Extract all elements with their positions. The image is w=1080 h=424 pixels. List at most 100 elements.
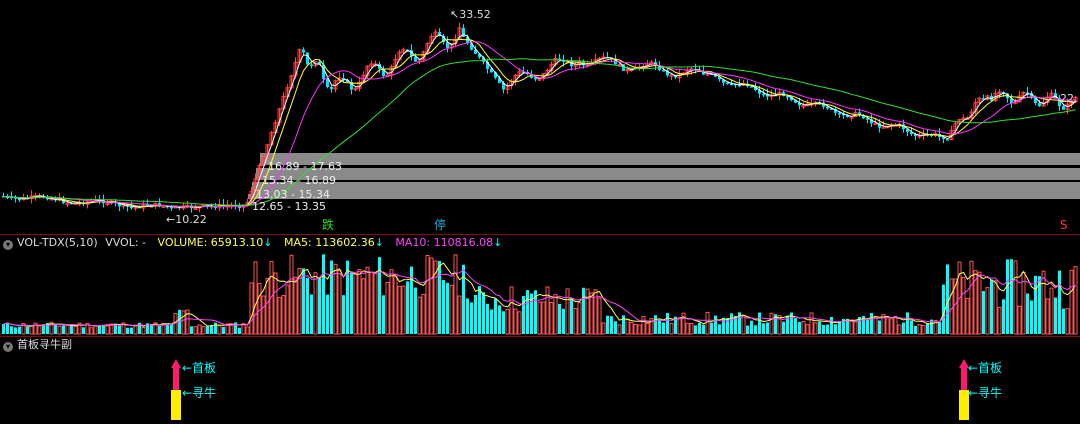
volume-bar bbox=[1058, 270, 1061, 334]
volume-bar bbox=[714, 315, 717, 334]
volume-bar bbox=[425, 254, 430, 335]
volume-bar bbox=[193, 326, 198, 335]
volume-bar bbox=[549, 302, 554, 335]
panel-separator bbox=[0, 234, 1080, 235]
volume-bar bbox=[357, 269, 362, 335]
volume-bar bbox=[985, 287, 990, 335]
ma-line bbox=[3, 38, 1076, 208]
volume-bar bbox=[949, 278, 954, 335]
volume-bar bbox=[658, 320, 661, 334]
volume-bar bbox=[2, 324, 5, 334]
volume-bar bbox=[1041, 270, 1046, 335]
candle-body bbox=[726, 82, 729, 85]
max-price-label: ↖33.52 bbox=[450, 8, 491, 21]
volume-bar bbox=[158, 325, 161, 334]
volume-bar bbox=[18, 326, 21, 334]
volume-bar bbox=[265, 277, 270, 335]
signal-label-shouban: ←首板 bbox=[182, 361, 217, 375]
volume-bar bbox=[1069, 269, 1074, 335]
volume-bar bbox=[990, 279, 993, 334]
volume-bar bbox=[197, 324, 202, 335]
volume-bar bbox=[89, 327, 94, 335]
volume-bar bbox=[582, 287, 585, 334]
volume-bar bbox=[689, 323, 694, 335]
volume-bar bbox=[190, 326, 193, 334]
volume-bar bbox=[669, 323, 674, 335]
volume-bar bbox=[997, 306, 1002, 335]
volume-bar bbox=[849, 319, 854, 335]
stock-chart[interactable] bbox=[0, 0, 1080, 424]
ma10-value: MA10: 110816.08 bbox=[395, 236, 494, 249]
volume-value: VOLUME: 65913.10 bbox=[157, 236, 264, 249]
volume-bar bbox=[57, 325, 62, 335]
volume-bar bbox=[769, 312, 774, 335]
ma5-value: MA5: 113602.36 bbox=[284, 236, 375, 249]
volume-panel-header: ▾ VOL-TDX(5,10) VVOL: - VOLUME: 65913.10↓… bbox=[0, 236, 502, 250]
volume-bar bbox=[406, 281, 409, 334]
volume-bar bbox=[65, 324, 70, 335]
volume-ma-lines bbox=[3, 262, 1076, 327]
volume-bar bbox=[373, 273, 378, 335]
volume-bar bbox=[1002, 299, 1005, 334]
volume-bar bbox=[29, 325, 34, 335]
volume-bar bbox=[249, 282, 254, 335]
volume-bar bbox=[813, 322, 818, 335]
volume-bar bbox=[217, 325, 222, 335]
volume-bar bbox=[938, 322, 941, 334]
volume-bar bbox=[558, 303, 561, 334]
volume-bar bbox=[54, 324, 57, 334]
volume-bar bbox=[513, 308, 518, 335]
volume-bar bbox=[273, 272, 278, 335]
volume-bar bbox=[486, 303, 489, 334]
volume-bar bbox=[438, 260, 441, 334]
volume-bar bbox=[577, 302, 582, 335]
volume-bar bbox=[617, 324, 622, 335]
volume-ma-line bbox=[3, 269, 1076, 327]
volume-bar bbox=[6, 322, 9, 334]
volume-bar bbox=[181, 310, 186, 335]
volume-bar bbox=[509, 286, 514, 335]
volume-bar bbox=[730, 313, 733, 334]
volume-bar bbox=[570, 298, 573, 334]
volume-bar bbox=[537, 301, 542, 335]
volume-bar bbox=[361, 278, 366, 335]
volume-bar bbox=[285, 284, 290, 335]
volume-bar bbox=[798, 321, 801, 334]
volume-bar bbox=[818, 321, 821, 334]
volume-bar bbox=[1062, 308, 1065, 334]
volume-bar bbox=[393, 274, 398, 335]
candle-body bbox=[838, 112, 841, 115]
volume-bar bbox=[238, 327, 241, 334]
volume-bar bbox=[222, 326, 225, 334]
volume-bar bbox=[914, 325, 917, 334]
volume-bar bbox=[977, 271, 982, 335]
volume-bar bbox=[322, 254, 325, 334]
volume-bar bbox=[277, 296, 282, 335]
chip-zone-band bbox=[260, 153, 1080, 165]
chip-zone-band bbox=[256, 168, 1080, 180]
volume-bar bbox=[801, 321, 806, 335]
volume-bar bbox=[389, 269, 394, 335]
marker-die: 跌 bbox=[322, 218, 335, 232]
volume-bar bbox=[302, 268, 305, 334]
volume-bar bbox=[70, 324, 73, 334]
volume-bar bbox=[541, 301, 546, 335]
volume-bar bbox=[722, 317, 725, 334]
volume-bar bbox=[870, 312, 873, 334]
volume-bar bbox=[498, 305, 501, 334]
arrow-up-icon bbox=[171, 359, 181, 368]
volume-bar bbox=[257, 283, 262, 335]
candle-body bbox=[662, 70, 665, 72]
volume-bar bbox=[446, 282, 449, 334]
volume-bar bbox=[1065, 308, 1070, 335]
volume-bar bbox=[677, 317, 682, 335]
volume-bar bbox=[754, 325, 757, 334]
min-price-label: ←10.22 bbox=[166, 213, 207, 226]
volume-bar bbox=[762, 323, 765, 334]
volume-bar bbox=[637, 324, 642, 335]
collapse-icon[interactable]: ▾ bbox=[3, 342, 13, 352]
volume-bar bbox=[822, 325, 825, 334]
volume-bar bbox=[133, 325, 138, 335]
collapse-icon[interactable]: ▾ bbox=[3, 240, 13, 250]
volume-bar bbox=[453, 254, 458, 335]
